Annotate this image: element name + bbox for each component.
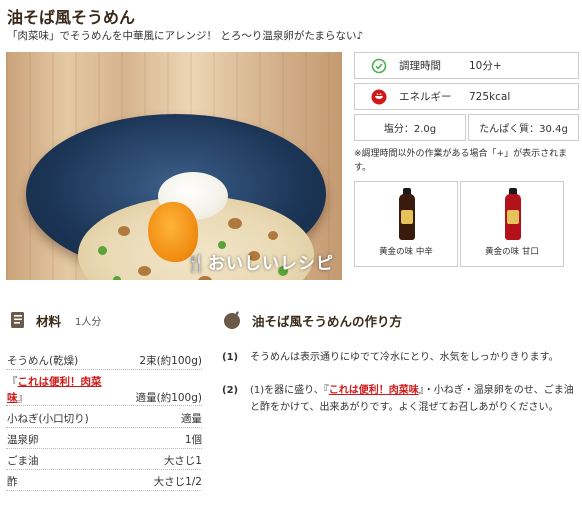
- nikusai-link[interactable]: これは便利！肉菜: [18, 376, 102, 388]
- ingredient-row: 温泉卵 1個: [6, 429, 202, 449]
- cook-time-value: 10分+: [469, 60, 502, 72]
- energy-row: エネルギー 725kcal: [354, 83, 579, 110]
- ingredient-amount: 2束(約100g): [139, 355, 202, 367]
- ingredient-name: そうめん(乾燥): [7, 355, 79, 367]
- directions-heading: 油そば風そうめんの作り方: [222, 310, 402, 330]
- product-card-chukara[interactable]: 黄金の味 中辛: [354, 181, 458, 267]
- product-name: 黄金の味 甘口: [485, 247, 539, 257]
- cook-time-row: 調理時間 10分+: [354, 52, 579, 79]
- recipe-subtitle: 「肉菜味」でそうめんを中華風にアレンジ！ とろ〜り温泉卵がたまらない♪: [7, 30, 364, 42]
- time-note: ※調理時間以外の作業がある場合「+」が表示されます。: [354, 149, 568, 173]
- recipe-title: 油そば風そうめん: [7, 8, 136, 27]
- ingredient-row: 酢 大さじ1/2: [6, 471, 202, 491]
- step-2: (2) (1)を器に盛り、『これは便利！肉菜味』・小ねぎ・温泉卵をのせ、ごま油と…: [222, 382, 578, 416]
- step-text: そうめんは表示通りにゆでて冷水にとり、水気をしっかりきります。: [250, 352, 559, 363]
- ingredients-heading: 材料 1人分: [8, 310, 101, 330]
- ingredient-row: ごま油 大さじ1: [6, 450, 202, 470]
- ingredients-title: 材料: [36, 313, 62, 329]
- clock-check-icon: [371, 58, 387, 73]
- ingredient-name: ごま油: [7, 455, 39, 467]
- energy-value: 725kcal: [469, 90, 511, 103]
- ingredient-row: 『これは便利！肉菜 味』 適量(約100g): [6, 371, 202, 406]
- product-name: 黄金の味 中辛: [379, 247, 433, 257]
- salt-cell: 塩分：2.0g: [354, 114, 466, 141]
- ingredient-amount: 適量(約100g): [135, 392, 202, 404]
- photo-watermark: 🍴おいしいレシピ: [185, 254, 334, 274]
- ingredient-amount: 大さじ1: [163, 455, 202, 467]
- nikusai-link-cont[interactable]: 味: [7, 392, 18, 404]
- step-number: (2): [222, 385, 239, 396]
- fork-knife-icon: 🍴: [185, 254, 208, 274]
- step-1: (1) そうめんは表示通りにゆでて冷水にとり、水気をしっかりきります。: [222, 349, 578, 366]
- product-card-amakuchi[interactable]: 黄金の味 甘口: [460, 181, 564, 267]
- ingredient-row: 小ねぎ(小口切り) 適量: [6, 408, 202, 428]
- notebook-icon: [11, 312, 24, 328]
- ingredient-name: 酢: [7, 476, 18, 488]
- ingredient-name: 温泉卵: [7, 434, 39, 446]
- recipe-photo: 🍴おいしいレシピ: [6, 52, 342, 280]
- cook-time-label: 調理時間: [399, 60, 441, 72]
- ingredient-row: そうめん(乾燥) 2束(約100g): [6, 350, 202, 370]
- energy-label: エネルギー: [399, 91, 452, 103]
- ingredient-amount: 適量: [181, 413, 202, 425]
- step-number: (1): [222, 352, 239, 363]
- ingredient-amount: 1個: [184, 434, 202, 446]
- nikusai-step-link[interactable]: これは便利！肉菜味: [329, 385, 419, 396]
- pot-icon: [224, 311, 240, 329]
- step-text: (1)を器に盛り、『これは便利！肉菜味』・小ねぎ・温泉卵をのせ、ごま油と酢をかけ…: [250, 385, 574, 413]
- servings-label: 1人分: [75, 316, 102, 328]
- ingredient-amount: 大さじ1/2: [153, 476, 202, 488]
- bowl-icon: [371, 89, 387, 104]
- ingredient-name: 小ねぎ(小口切り): [7, 413, 89, 425]
- directions-title: 油そば風そうめんの作り方: [252, 313, 403, 329]
- protein-cell: たんぱく質：30.4g: [468, 114, 579, 141]
